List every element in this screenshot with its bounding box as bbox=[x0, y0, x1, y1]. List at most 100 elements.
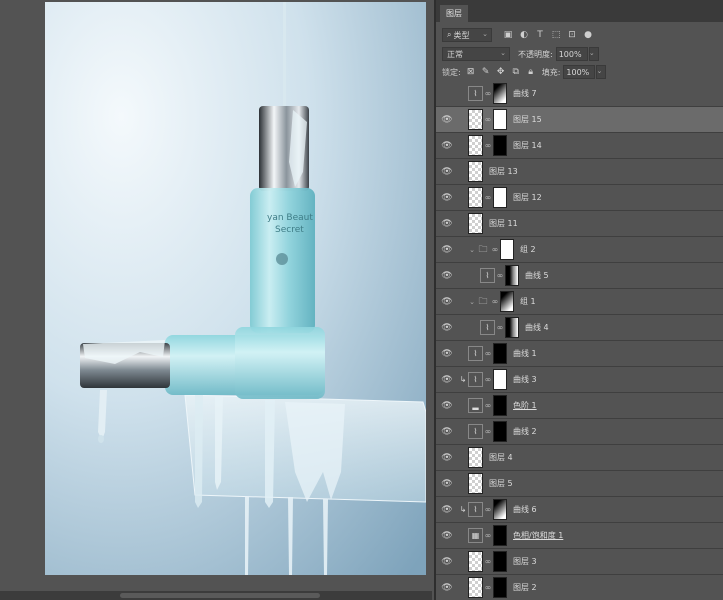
layer-row[interactable]: 👁︎ ↳ ⌇ ∞ 曲线 6 bbox=[436, 497, 723, 523]
layer-mask-thumbnail[interactable] bbox=[505, 317, 519, 338]
image-filter-icon[interactable]: ▣ bbox=[502, 29, 514, 41]
eye-icon[interactable]: 👁︎ bbox=[436, 141, 458, 151]
layer-row[interactable]: 👁︎ ⌄ 🗀 ∞ 组 2 bbox=[436, 237, 723, 263]
layer-row[interactable]: 👁︎ ⌄ 🗀 ∞ 组 1 bbox=[436, 289, 723, 315]
eye-icon[interactable]: 👁︎ bbox=[436, 167, 458, 177]
eye-icon[interactable]: 👁︎ bbox=[436, 349, 458, 359]
layer-row[interactable]: 👁︎ ∞ 图层 14 bbox=[436, 133, 723, 159]
curves-icon[interactable]: ⌇ bbox=[468, 424, 483, 439]
smart-object-filter-icon[interactable]: ⊡ bbox=[566, 29, 578, 41]
link-icon[interactable]: ∞ bbox=[495, 323, 505, 332]
layer-row[interactable]: 👁︎ 图层 11 bbox=[436, 211, 723, 237]
link-icon[interactable]: ∞ bbox=[483, 401, 493, 410]
eye-icon[interactable]: 👁︎ bbox=[436, 583, 458, 593]
curves-icon[interactable]: ⌇ bbox=[468, 502, 483, 517]
layer-row[interactable]: 👁︎ ▂ ∞ 色阶 1 bbox=[436, 393, 723, 419]
eye-icon[interactable]: 👁︎ bbox=[436, 531, 458, 541]
curves-icon[interactable]: ⌇ bbox=[468, 86, 483, 101]
link-icon[interactable]: ∞ bbox=[483, 375, 493, 384]
layer-mask-thumbnail[interactable] bbox=[500, 291, 514, 312]
lock-artboard-icon[interactable]: ⧉ bbox=[511, 67, 521, 77]
curves-icon[interactable]: ⌇ bbox=[468, 372, 483, 387]
lock-transparent-icon[interactable]: ⊠ bbox=[466, 67, 476, 77]
layer-thumbnail[interactable] bbox=[468, 551, 483, 572]
layer-row[interactable]: 👁︎ 图层 5 bbox=[436, 471, 723, 497]
layer-thumbnail[interactable] bbox=[468, 213, 483, 234]
link-icon[interactable]: ∞ bbox=[495, 271, 505, 280]
link-icon[interactable]: ∞ bbox=[483, 557, 493, 566]
eye-icon[interactable]: 👁︎ bbox=[436, 505, 458, 515]
layer-mask-thumbnail[interactable] bbox=[493, 135, 507, 156]
link-icon[interactable]: ∞ bbox=[490, 245, 500, 254]
eye-icon[interactable]: 👁︎ bbox=[436, 401, 458, 411]
layer-thumbnail[interactable] bbox=[468, 187, 483, 208]
link-icon[interactable]: ∞ bbox=[483, 427, 493, 436]
layer-row[interactable]: 👁︎ ⌇ ∞ 曲线 1 bbox=[436, 341, 723, 367]
fill-slider-button[interactable]: ⌄ bbox=[596, 65, 607, 79]
eye-icon[interactable]: 👁︎ bbox=[436, 453, 458, 463]
layer-row[interactable]: 👁︎ 图层 4 bbox=[436, 445, 723, 471]
layer-row[interactable]: 👁︎ ↳ ⌇ ∞ 曲线 3 bbox=[436, 367, 723, 393]
link-icon[interactable]: ∞ bbox=[483, 583, 493, 592]
tab-layers[interactable]: 图层 bbox=[440, 5, 468, 22]
layer-mask-thumbnail[interactable] bbox=[493, 369, 507, 390]
layer-row[interactable]: 👁︎ ∞ 图层 12 bbox=[436, 185, 723, 211]
eye-icon[interactable]: 👁︎ bbox=[436, 297, 458, 307]
blend-mode-select[interactable]: 正常 ⌄ bbox=[442, 47, 510, 61]
layer-thumbnail[interactable] bbox=[468, 577, 483, 598]
lock-image-icon[interactable]: ✎ bbox=[481, 67, 491, 77]
layer-mask-thumbnail[interactable] bbox=[493, 343, 507, 364]
layer-mask-thumbnail[interactable] bbox=[505, 265, 519, 286]
eye-icon[interactable]: 👁︎ bbox=[436, 557, 458, 567]
lock-position-icon[interactable]: ✥ bbox=[496, 67, 506, 77]
horizontal-scrollbar[interactable] bbox=[0, 591, 432, 600]
layer-thumbnail[interactable] bbox=[468, 135, 483, 156]
link-icon[interactable]: ∞ bbox=[483, 89, 493, 98]
curves-icon[interactable]: ⌇ bbox=[480, 320, 495, 335]
layer-thumbnail[interactable] bbox=[468, 473, 483, 494]
layer-mask-thumbnail[interactable] bbox=[493, 551, 507, 572]
layer-row[interactable]: 👁︎ ∞ 图层 15 bbox=[436, 107, 723, 133]
layer-mask-thumbnail[interactable] bbox=[493, 525, 507, 546]
link-icon[interactable]: ∞ bbox=[483, 193, 493, 202]
layer-row[interactable]: 👁︎ ⌇ ∞ 曲线 4 bbox=[436, 315, 723, 341]
eye-icon[interactable]: 👁︎ bbox=[436, 323, 458, 333]
eye-icon[interactable]: 👁︎ bbox=[436, 375, 458, 385]
scrollbar-thumb[interactable] bbox=[120, 593, 320, 598]
curves-icon[interactable]: ⌇ bbox=[480, 268, 495, 283]
eye-icon[interactable]: 👁︎ bbox=[436, 271, 458, 281]
layer-mask-thumbnail[interactable] bbox=[493, 83, 507, 104]
layer-mask-thumbnail[interactable] bbox=[493, 421, 507, 442]
link-icon[interactable]: ∞ bbox=[483, 115, 493, 124]
layer-mask-thumbnail[interactable] bbox=[493, 577, 507, 598]
link-icon[interactable]: ∞ bbox=[490, 297, 500, 306]
link-icon[interactable]: ∞ bbox=[483, 531, 493, 540]
layer-mask-thumbnail[interactable] bbox=[500, 239, 514, 260]
layer-row[interactable]: 👁︎ ▦ ∞ 色相/饱和度 1 bbox=[436, 523, 723, 549]
layer-mask-thumbnail[interactable] bbox=[493, 187, 507, 208]
opacity-slider-button[interactable]: ⌄ bbox=[588, 47, 599, 61]
layer-mask-thumbnail[interactable] bbox=[493, 395, 507, 416]
layer-row[interactable]: 👁︎ ∞ 图层 3 bbox=[436, 549, 723, 575]
layer-row[interactable]: 👁︎ 图层 13 bbox=[436, 159, 723, 185]
levels-icon[interactable]: ▂ bbox=[468, 398, 483, 413]
layer-thumbnail[interactable] bbox=[468, 447, 483, 468]
filter-kind-select[interactable]: ⌕ 类型 ⌄ bbox=[442, 28, 492, 42]
chevron-down-icon[interactable]: ⌄ bbox=[468, 298, 476, 306]
eye-icon[interactable]: 👁︎ bbox=[436, 479, 458, 489]
eye-icon[interactable]: 👁︎ bbox=[436, 245, 458, 255]
document-image[interactable]: yan Beaut Secret bbox=[45, 2, 426, 575]
layer-thumbnail[interactable] bbox=[468, 109, 483, 130]
type-filter-icon[interactable]: T bbox=[534, 29, 546, 41]
toggle-filter-icon[interactable]: ● bbox=[582, 29, 594, 41]
curves-icon[interactable]: ⌇ bbox=[468, 346, 483, 361]
opacity-field[interactable]: 100% bbox=[555, 47, 588, 61]
eye-icon[interactable]: 👁︎ bbox=[436, 427, 458, 437]
link-icon[interactable]: ∞ bbox=[483, 349, 493, 358]
document-canvas-area[interactable]: yan Beaut Secret bbox=[0, 0, 432, 600]
shape-filter-icon[interactable]: ⬚ bbox=[550, 29, 562, 41]
eye-icon[interactable]: 👁︎ bbox=[436, 115, 458, 125]
lock-all-icon[interactable]: 🔒︎ bbox=[526, 67, 536, 77]
eye-icon[interactable]: 👁︎ bbox=[436, 219, 458, 229]
layer-row[interactable]: 👁︎ ⌇ ∞ 曲线 5 bbox=[436, 263, 723, 289]
